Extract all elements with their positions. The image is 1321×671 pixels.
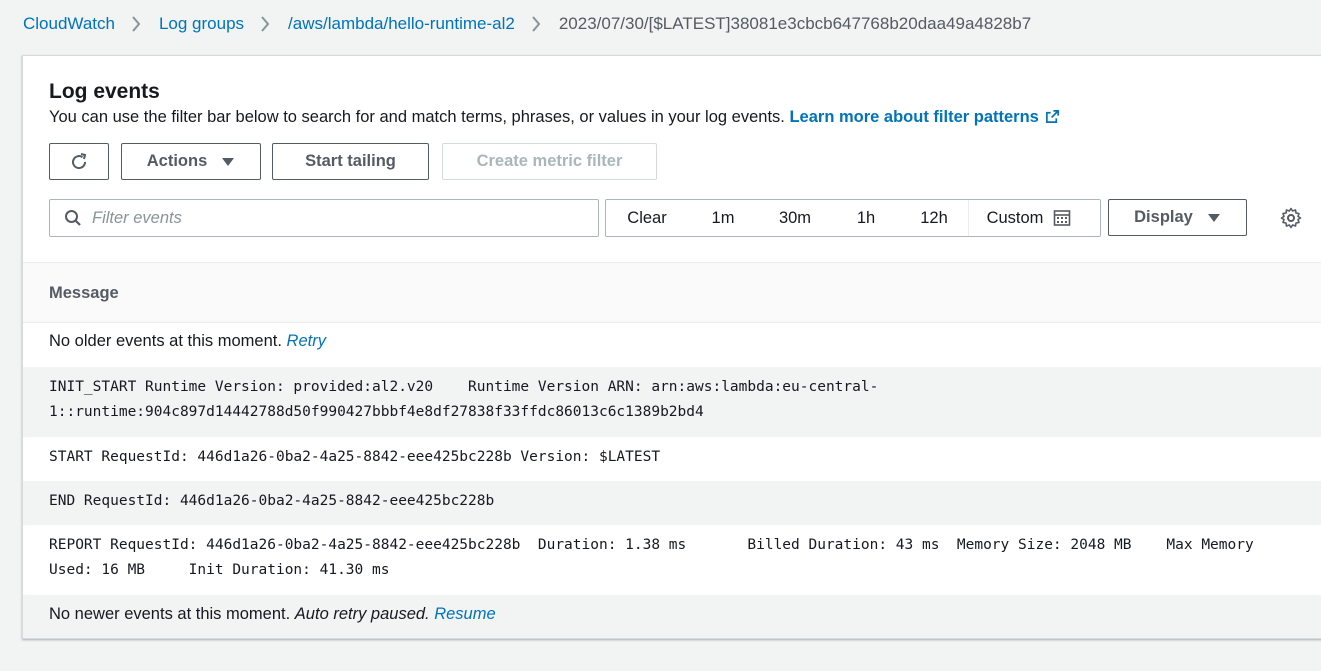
refresh-button[interactable]	[49, 143, 109, 180]
create-metric-filter-label: Create metric filter	[476, 152, 623, 170]
display-button[interactable]: Display	[1108, 199, 1247, 236]
column-header-message[interactable]: Message	[49, 284, 119, 303]
range-option-12h[interactable]: 12h	[900, 200, 968, 236]
learn-more-link[interactable]: Learn more about filter patterns	[789, 108, 1059, 126]
actions-label: Actions	[146, 152, 208, 170]
log-line: INIT_START Runtime Version: provided:al2…	[49, 379, 879, 395]
breadcrumb-log-stream: 2023/07/30/[$LATEST]38081e3cbcb647768b20…	[558, 14, 1032, 33]
learn-more-label: Learn more about filter patterns	[789, 108, 1039, 126]
gear-icon[interactable]	[1280, 207, 1302, 229]
clear-range-button[interactable]: Clear	[606, 200, 688, 236]
description-text: You can use the filter bar below to sear…	[49, 108, 785, 126]
log-line: END RequestId: 446d1a26-0ba2-4a25-8842-e…	[49, 493, 495, 509]
log-events-panel: Log events You can use the filter bar be…	[22, 55, 1321, 639]
filter-events-field[interactable]	[49, 199, 599, 237]
calendar-icon	[1053, 209, 1071, 227]
log-row-report[interactable]: REPORT RequestId: 446d1a26-0ba2-4a25-884…	[23, 525, 1321, 595]
start-tailing-label: Start tailing	[305, 152, 396, 170]
time-range-selector: Clear 1m 30m 1h 12h Custom	[605, 199, 1101, 237]
log-line: Used: 16 MB Init Duration: 41.30 ms	[49, 562, 390, 578]
caret-down-icon	[1207, 213, 1221, 223]
log-line: START RequestId: 446d1a26-0ba2-4a25-8842…	[49, 449, 661, 465]
caret-down-icon	[221, 157, 235, 167]
log-row-start[interactable]: START RequestId: 446d1a26-0ba2-4a25-8842…	[23, 437, 1321, 481]
chevron-right-icon	[260, 16, 270, 32]
refresh-icon	[69, 152, 89, 172]
display-label: Display	[1134, 208, 1193, 226]
breadcrumb-cloudwatch[interactable]: CloudWatch	[23, 14, 115, 34]
external-link-icon	[1045, 109, 1060, 129]
create-metric-filter-button[interactable]: Create metric filter	[442, 143, 657, 180]
older-note-text: No older events at this moment.	[49, 332, 282, 350]
table-header: Message	[23, 262, 1321, 323]
older-events-note: No older events at this moment. Retry	[23, 332, 1321, 366]
log-row-init-start[interactable]: INIT_START Runtime Version: provided:al2…	[23, 367, 1321, 437]
breadcrumb-log-group[interactable]: /aws/lambda/hello-runtime-al2	[288, 14, 515, 34]
chevron-right-icon	[131, 16, 141, 32]
start-tailing-button[interactable]: Start tailing	[272, 143, 429, 180]
panel-description: You can use the filter bar below to sear…	[49, 108, 1060, 129]
log-row-end[interactable]: END RequestId: 446d1a26-0ba2-4a25-8842-e…	[23, 481, 1321, 525]
chevron-right-icon	[531, 16, 541, 32]
breadcrumb-log-groups[interactable]: Log groups	[159, 14, 244, 34]
search-icon	[64, 209, 82, 227]
panel-title: Log events	[49, 80, 160, 103]
actions-button[interactable]: Actions	[121, 143, 261, 180]
range-option-1m[interactable]: 1m	[688, 200, 758, 236]
range-option-30m[interactable]: 30m	[758, 200, 832, 236]
newer-events-note: No newer events at this moment. Auto ret…	[23, 595, 1321, 638]
resume-link[interactable]: Resume	[434, 605, 495, 623]
range-option-custom[interactable]: Custom	[968, 200, 1089, 236]
range-option-1h[interactable]: 1h	[832, 200, 900, 236]
log-line: 1::runtime:904c897d14442788d50f990427bbb…	[49, 404, 704, 420]
newer-note-text: No newer events at this moment.	[49, 605, 291, 623]
retry-link[interactable]: Retry	[287, 332, 326, 350]
filter-events-input[interactable]	[92, 208, 572, 228]
breadcrumb: CloudWatch Log groups /aws/lambda/hello-…	[23, 12, 1031, 36]
log-line: REPORT RequestId: 446d1a26-0ba2-4a25-884…	[49, 537, 1254, 553]
auto-retry-paused-text: Auto retry paused.	[294, 605, 430, 623]
custom-label: Custom	[986, 208, 1044, 227]
